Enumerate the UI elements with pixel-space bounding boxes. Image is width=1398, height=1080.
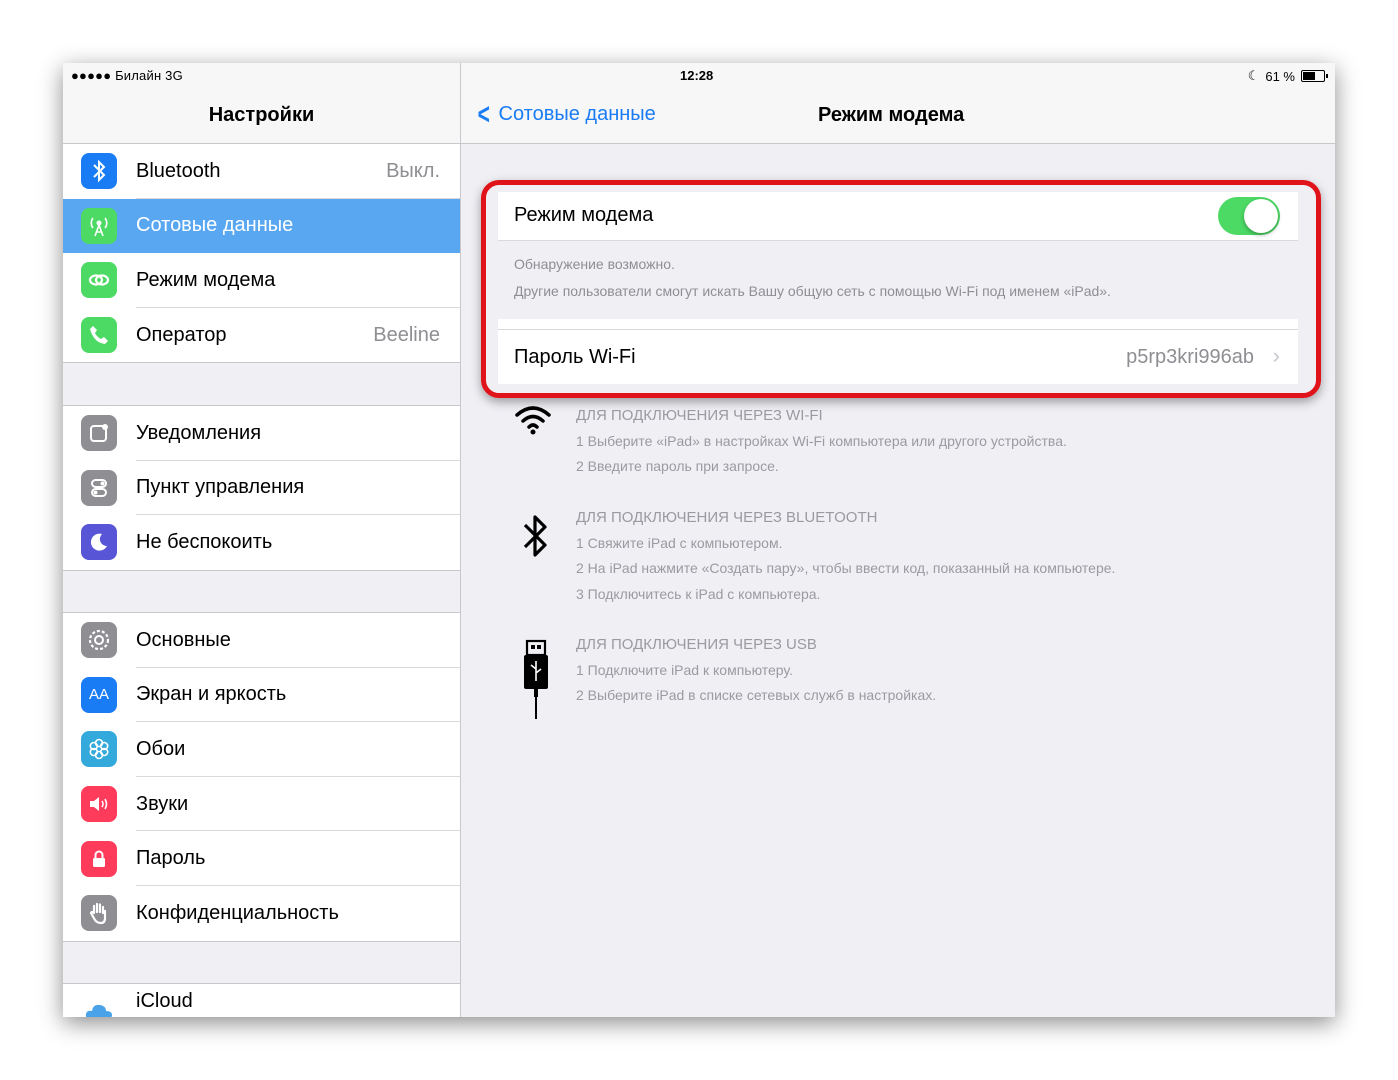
sidebar-item-value: Выкл. bbox=[386, 159, 440, 182]
sidebar-item-icloud[interactable]: iCloud bbox=[63, 984, 460, 1017]
battery-percent: 61 % bbox=[1265, 68, 1295, 84]
detail-pane: < Сотовые данные Режим модема Режим моде… bbox=[461, 63, 1335, 1017]
sidebar-item-label: Сотовые данные bbox=[136, 214, 294, 237]
instruction-step: 1 Подключите iPad к компьютеру. bbox=[576, 661, 793, 678]
wallpaper-icon bbox=[81, 731, 117, 768]
battery-fill bbox=[1303, 72, 1316, 80]
instruction-step: 1 Выберите «iPad» в настройках Wi-Fi ком… bbox=[576, 432, 1067, 449]
cellular-icon bbox=[81, 207, 117, 244]
ipad-screen: ●●●●● Билайн 3G 12:28 ☾ 61 % Настройки B… bbox=[63, 63, 1335, 1017]
bluetooth-instructions: ДЛЯ ПОДКЛЮЧЕНИЯ ЧЕРЕЗ BLUETOOTH 1 Свяжит… bbox=[576, 505, 1115, 607]
hotspot-icon bbox=[81, 262, 117, 299]
instruction-step: 2 Введите пароль при запросе. bbox=[576, 458, 779, 474]
sidebar-item-notifications[interactable]: Уведомления bbox=[63, 406, 460, 461]
display-icon: AA bbox=[81, 676, 117, 713]
bluetooth-icon bbox=[521, 511, 551, 566]
sidebar-item-general[interactable]: Основные bbox=[63, 613, 460, 668]
sidebar-group-notifications: Уведомления Пункт управления Не беспокои… bbox=[63, 405, 460, 571]
battery-icon bbox=[1301, 70, 1328, 82]
sidebar-item-label: Экран и яркость bbox=[136, 683, 287, 706]
sidebar-item-label: Уведомления bbox=[136, 421, 262, 444]
instruction-step: 2 На iPad нажмите «Создать пару», чтобы … bbox=[576, 560, 1116, 576]
instruction-step: 1 Свяжите iPad с компьютером. bbox=[576, 534, 783, 551]
sidebar-item-label: Пункт управления bbox=[136, 476, 305, 499]
sidebar-item-label: Конфиденциальность bbox=[136, 901, 339, 924]
instruction-heading: ДЛЯ ПОДКЛЮЧЕНИЯ ЧЕРЕЗ USB bbox=[576, 636, 817, 653]
instruction-heading: ДЛЯ ПОДКЛЮЧЕНИЯ ЧЕРЕЗ BLUETOOTH bbox=[576, 509, 878, 526]
sidebar-item-label: Оператор bbox=[136, 323, 227, 346]
sidebar-item-bluetooth[interactable]: Bluetooth Выкл. bbox=[63, 144, 460, 199]
clock: 12:28 bbox=[680, 68, 714, 83]
sidebar-item-label: Звуки bbox=[136, 792, 189, 815]
sidebar-item-label: iCloud bbox=[136, 990, 193, 1012]
sidebar-item-do-not-disturb[interactable]: Не беспокоить bbox=[63, 515, 460, 570]
carrier-label: ●●●●● Билайн 3G bbox=[71, 68, 183, 83]
sounds-icon bbox=[81, 786, 117, 823]
sidebar-item-value: Beeline bbox=[373, 323, 440, 346]
back-button-label: Сотовые данные bbox=[498, 103, 656, 125]
sidebar-group-general: Основные AA Экран и яркость Обои Звуки П… bbox=[63, 612, 460, 942]
instruction-step: 3 Подключитесь к iPad с компьютера. bbox=[576, 585, 821, 602]
lock-icon bbox=[81, 840, 117, 877]
cloud-icon bbox=[81, 993, 117, 1017]
page-title: Режим модема bbox=[818, 104, 965, 126]
settings-sidebar: Настройки Bluetooth Выкл. Сотовые данные bbox=[63, 63, 461, 1017]
sidebar-item-label: Режим модема bbox=[136, 268, 276, 291]
sidebar-item-label: Не беспокоить bbox=[136, 530, 273, 553]
chevron-left-icon: < bbox=[477, 97, 490, 131]
sidebar-item-sounds[interactable]: Звуки bbox=[63, 777, 460, 832]
control-center-icon bbox=[81, 469, 117, 506]
wifi-icon bbox=[513, 403, 553, 442]
sidebar-item-control-center[interactable]: Пункт управления bbox=[63, 461, 460, 516]
highlight-frame bbox=[481, 180, 1321, 398]
sidebar-item-label: Обои bbox=[136, 737, 186, 760]
sidebar-item-label: Основные bbox=[136, 628, 231, 651]
sidebar-title: Настройки bbox=[208, 104, 315, 126]
sidebar-item-hotspot[interactable]: Режим модема bbox=[63, 253, 460, 308]
hand-icon bbox=[81, 895, 117, 932]
sidebar-item-label: Bluetooth bbox=[136, 159, 221, 182]
status-right: ☾ 61 % bbox=[1247, 68, 1328, 84]
wifi-instructions: ДЛЯ ПОДКЛЮЧЕНИЯ ЧЕРЕЗ WI-FI 1 Выберите «… bbox=[576, 403, 1067, 480]
sidebar-group-connectivity: Bluetooth Выкл. Сотовые данные Режим мод… bbox=[63, 143, 460, 364]
phone-icon bbox=[81, 317, 117, 354]
instruction-heading: ДЛЯ ПОДКЛЮЧЕНИЯ ЧЕРЕЗ WI-FI bbox=[576, 407, 823, 424]
back-button[interactable]: < Сотовые данные bbox=[475, 97, 656, 131]
sidebar-item-passcode[interactable]: Пароль bbox=[63, 831, 460, 886]
notifications-icon bbox=[81, 415, 117, 452]
moon-icon bbox=[81, 524, 117, 561]
sidebar-item-display[interactable]: AA Экран и яркость bbox=[63, 668, 460, 723]
gear-icon bbox=[81, 622, 117, 659]
usb-instructions: ДЛЯ ПОДКЛЮЧЕНИЯ ЧЕРЕЗ USB 1 Подключите i… bbox=[576, 632, 936, 709]
status-bar: ●●●●● Билайн 3G 12:28 ☾ 61 % bbox=[63, 63, 1335, 89]
bluetooth-icon bbox=[81, 153, 117, 190]
sidebar-item-wallpaper[interactable]: Обои bbox=[63, 722, 460, 777]
sidebar-item-privacy[interactable]: Конфиденциальность bbox=[63, 886, 460, 941]
moon-icon: ☾ bbox=[1247, 68, 1260, 83]
sidebar-item-cellular[interactable]: Сотовые данные bbox=[63, 198, 460, 254]
sidebar-item-carrier[interactable]: Оператор Beeline bbox=[63, 308, 460, 363]
instruction-step: 2 Выберите iPad в списке сетевых служб в… bbox=[576, 687, 937, 703]
sidebar-item-label: Пароль bbox=[136, 847, 206, 870]
usb-icon bbox=[521, 639, 551, 726]
sidebar-group-icloud: iCloud bbox=[63, 983, 460, 1017]
